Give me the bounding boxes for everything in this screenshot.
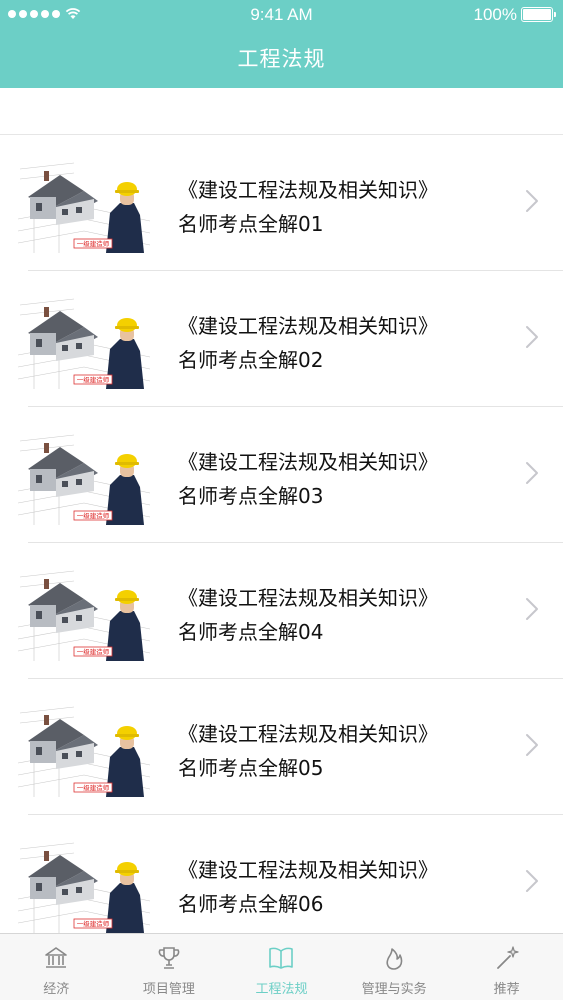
tab-4[interactable]: 管理与实务 (338, 934, 451, 1000)
list-item[interactable]: 一级建造师 《建设工程法规及相关知识》 名师考点全解04 (0, 543, 563, 679)
list-item-subtitle: 名师考点全解05 (178, 756, 324, 780)
bank-icon (45, 947, 68, 968)
tab-label: 项目管理 (142, 982, 195, 997)
tab-2[interactable]: 项目管理 (113, 934, 226, 1000)
course-thumbnail: 一级建造师 (14, 839, 154, 933)
course-thumbnail: 一级建造师 (14, 295, 154, 391)
tab-3[interactable]: 工程法规 (225, 934, 338, 1000)
flame-icon (386, 948, 403, 970)
svg-text:一级建造师: 一级建造师 (77, 375, 110, 384)
tab-label: 推荐 (493, 982, 520, 997)
battery-icon (521, 7, 556, 22)
course-list: 一级建造师 《建设工程法规及相关知识》 名师考点全解01 一级建造师 《建设工程… (0, 135, 563, 933)
tab-bar: 经济 项目管理 工程法规 管理与实务 推荐 (0, 933, 563, 1000)
list-item-text: 《建设工程法规及相关知识》 名师考点全解02 (178, 309, 438, 377)
list-item-text: 《建设工程法规及相关知识》 名师考点全解01 (178, 173, 438, 241)
svg-text:一级建造师: 一级建造师 (77, 919, 110, 928)
list-item-title: 《建设工程法规及相关知识》 (178, 586, 438, 610)
magic-wand-icon (496, 946, 519, 969)
chevron-right-icon (526, 870, 538, 892)
list-item-title: 《建设工程法规及相关知识》 (178, 314, 438, 338)
svg-text:一级建造师: 一级建造师 (77, 239, 110, 248)
tab-1[interactable]: 经济 (0, 934, 113, 1000)
list-item[interactable]: 一级建造师 《建设工程法规及相关知识》 名师考点全解02 (0, 271, 563, 407)
header-spacer (0, 88, 563, 135)
list-item-text: 《建设工程法规及相关知识》 名师考点全解04 (178, 581, 438, 649)
list-item[interactable]: 一级建造师 《建设工程法规及相关知识》 名师考点全解06 (0, 815, 563, 933)
svg-text:一级建造师: 一级建造师 (77, 511, 110, 520)
list-item-title: 《建设工程法规及相关知识》 (178, 178, 438, 202)
tab-5[interactable]: 推荐 (450, 934, 563, 1000)
chevron-right-icon (526, 598, 538, 620)
list-item-title: 《建设工程法规及相关知识》 (178, 858, 438, 882)
list-item-title: 《建设工程法规及相关知识》 (178, 450, 438, 474)
list-item-text: 《建设工程法规及相关知识》 名师考点全解03 (178, 445, 438, 513)
course-thumbnail: 一级建造师 (14, 159, 154, 255)
tab-label: 工程法规 (255, 982, 308, 997)
chevron-right-icon (526, 190, 538, 212)
chevron-right-icon (526, 326, 538, 348)
svg-text:一级建造师: 一级建造师 (77, 647, 110, 656)
chevron-right-icon (526, 734, 538, 756)
list-item-subtitle: 名师考点全解04 (178, 620, 324, 644)
course-thumbnail: 一级建造师 (14, 567, 154, 663)
course-thumbnail: 一级建造师 (14, 703, 154, 799)
nav-header: 9:41 AM 100% 工程法规 (0, 0, 563, 88)
list-item-subtitle: 名师考点全解02 (178, 348, 324, 372)
chevron-right-icon (526, 462, 538, 484)
svg-text:一级建造师: 一级建造师 (77, 783, 110, 792)
list-item-title: 《建设工程法规及相关知识》 (178, 722, 438, 746)
course-thumbnail: 一级建造师 (14, 431, 154, 527)
list-item-subtitle: 名师考点全解01 (178, 212, 324, 236)
trophy-icon (158, 947, 180, 969)
list-item-subtitle: 名师考点全解03 (178, 484, 324, 508)
book-icon (269, 947, 294, 969)
list-item-text: 《建设工程法规及相关知识》 名师考点全解05 (178, 717, 438, 785)
list-item-text: 《建设工程法规及相关知识》 名师考点全解06 (178, 853, 438, 921)
status-bar: 9:41 AM 100% (0, 0, 563, 30)
list-item[interactable]: 一级建造师 《建设工程法规及相关知识》 名师考点全解03 (0, 407, 563, 543)
battery-percentage: 100% (473, 5, 517, 24)
list-item[interactable]: 一级建造师 《建设工程法规及相关知识》 名师考点全解01 (0, 135, 563, 271)
tab-label: 管理与实务 (361, 982, 427, 997)
tab-label: 经济 (43, 982, 70, 997)
list-item[interactable]: 一级建造师 《建设工程法规及相关知识》 名师考点全解05 (0, 679, 563, 815)
list-item-subtitle: 名师考点全解06 (178, 892, 324, 916)
page-title: 工程法规 (237, 47, 326, 71)
